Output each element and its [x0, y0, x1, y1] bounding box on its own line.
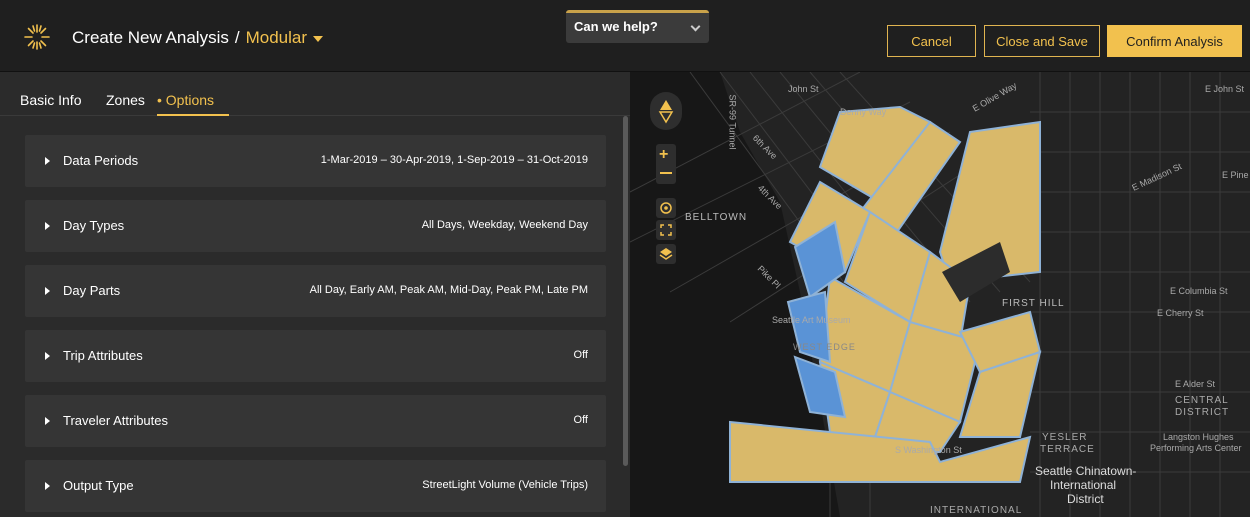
mode-dropdown[interactable]: Modular [246, 28, 323, 47]
zoom-in-icon[interactable]: + [659, 146, 668, 164]
map-label-s-washington: S Washington St [895, 445, 962, 455]
map-label-belltown: BELLTOWN [685, 212, 748, 223]
layers-icon [659, 248, 673, 260]
option-row-trip-attributes[interactable]: Trip Attributes Off [25, 330, 606, 382]
expand-arrow-icon [45, 482, 50, 490]
option-value: All Days, Weekday, Weekend Day [421, 219, 588, 231]
expand-arrow-icon [45, 287, 50, 295]
scrollbar[interactable] [623, 116, 628, 466]
expand-arrow-icon [45, 417, 50, 425]
chevron-down-icon [690, 21, 701, 32]
map-label-langston: Langston Hughes [1163, 432, 1234, 442]
option-value: 1-Mar-2019 – 30-Apr-2019, 1-Sep-2019 – 3… [320, 154, 588, 166]
map-label-e-pine: E Pine [1222, 170, 1249, 180]
map-label-first-hill: FIRST HILL [1002, 298, 1065, 309]
option-row-day-parts[interactable]: Day Parts All Day, Early AM, Peak AM, Mi… [25, 265, 606, 317]
expand-arrow-icon [45, 352, 50, 360]
tab-basic-info[interactable]: Basic Info [20, 92, 81, 108]
option-label: Day Parts [63, 283, 121, 298]
tab-options-label: • Options [157, 92, 215, 108]
map-label-central: CENTRAL [1175, 395, 1229, 406]
expand-arrow-icon [45, 157, 50, 165]
option-row-day-types[interactable]: Day Types All Days, Weekday, Weekend Day [25, 200, 606, 252]
tab-bar: Basic Info Zones • Options [0, 72, 630, 116]
tab-zones[interactable]: Zones [106, 92, 145, 108]
fullscreen-icon [660, 224, 672, 236]
option-value: All Day, Early AM, Peak AM, Mid-Day, Pea… [309, 284, 588, 296]
locate-icon [660, 202, 672, 214]
map-label-yesler: YESLER [1042, 432, 1088, 443]
map-label-west-edge: WEST EDGE [793, 342, 856, 352]
map-label-denny: Denny Way [840, 107, 887, 117]
map-view[interactable]: BELLTOWN FIRST HILL CENTRAL DISTRICT YES… [630, 72, 1250, 517]
compass-icon [658, 100, 674, 124]
map-label-e-columbia: E Columbia St [1170, 286, 1228, 296]
options-panel: Basic Info Zones • Options Data Periods … [0, 72, 630, 517]
top-bar: Create New Analysis / Modular Can we help?… [0, 0, 1250, 72]
fullscreen-button[interactable] [656, 220, 676, 240]
mode-label: Modular [245, 28, 307, 47]
caret-down-icon [313, 35, 323, 42]
page-title: Create New Analysis / Modular [72, 28, 323, 48]
cancel-button[interactable]: Cancel [887, 25, 976, 57]
option-row-traveler-attributes[interactable]: Traveler Attributes Off [25, 395, 606, 447]
map-label-e-alder: E Alder St [1175, 379, 1216, 389]
tab-options[interactable]: • Options [157, 92, 229, 116]
streetlight-logo-icon [24, 24, 50, 50]
option-value: Off [573, 414, 588, 426]
option-value: StreetLight Volume (Vehicle Trips) [422, 479, 588, 491]
map-label-international: International [1050, 478, 1117, 492]
map-label-seattle-art-museum: Seattle Art Museum [772, 315, 851, 325]
option-row-output-type[interactable]: Output Type StreetLight Volume (Vehicle … [25, 460, 606, 512]
option-value: Off [573, 349, 588, 361]
option-label: Traveler Attributes [63, 413, 169, 428]
layers-button[interactable] [656, 244, 676, 264]
active-tab-indicator [157, 114, 229, 116]
help-label: Can we help? [574, 19, 658, 34]
title-text: Create New Analysis [72, 28, 229, 47]
map-label-chinatown: Seattle Chinatown- [1035, 464, 1137, 478]
map-label-international-district: INTERNATIONAL [930, 505, 1023, 516]
map-label-district-cid: District [1067, 492, 1104, 506]
close-and-save-button[interactable]: Close and Save [984, 25, 1100, 57]
map-label-e-cherry: E Cherry St [1157, 308, 1204, 318]
map-label-district: DISTRICT [1175, 407, 1230, 418]
map-label-john: John St [788, 84, 819, 94]
confirm-analysis-button[interactable]: Confirm Analysis [1107, 25, 1242, 57]
compass-button[interactable] [650, 92, 682, 130]
map-label-sr99: SR-99 Tunnel [727, 94, 738, 150]
option-label: Data Periods [63, 153, 139, 168]
help-dropdown[interactable]: Can we help? [566, 10, 709, 43]
zoom-controls: + [656, 144, 676, 184]
locate-button[interactable] [656, 198, 676, 218]
title-separator: / [234, 28, 240, 47]
option-label: Output Type [63, 478, 134, 493]
option-label: Trip Attributes [63, 348, 143, 363]
map-label-terrace: TERRACE [1040, 444, 1095, 455]
zoom-out-icon[interactable] [660, 172, 672, 174]
expand-arrow-icon [45, 222, 50, 230]
option-label: Day Types [63, 218, 125, 233]
option-row-data-periods[interactable]: Data Periods 1-Mar-2019 – 30-Apr-2019, 1… [25, 135, 606, 187]
map-label-e-john: E John St [1205, 84, 1245, 94]
map-label-langston2: Performing Arts Center [1150, 443, 1242, 453]
